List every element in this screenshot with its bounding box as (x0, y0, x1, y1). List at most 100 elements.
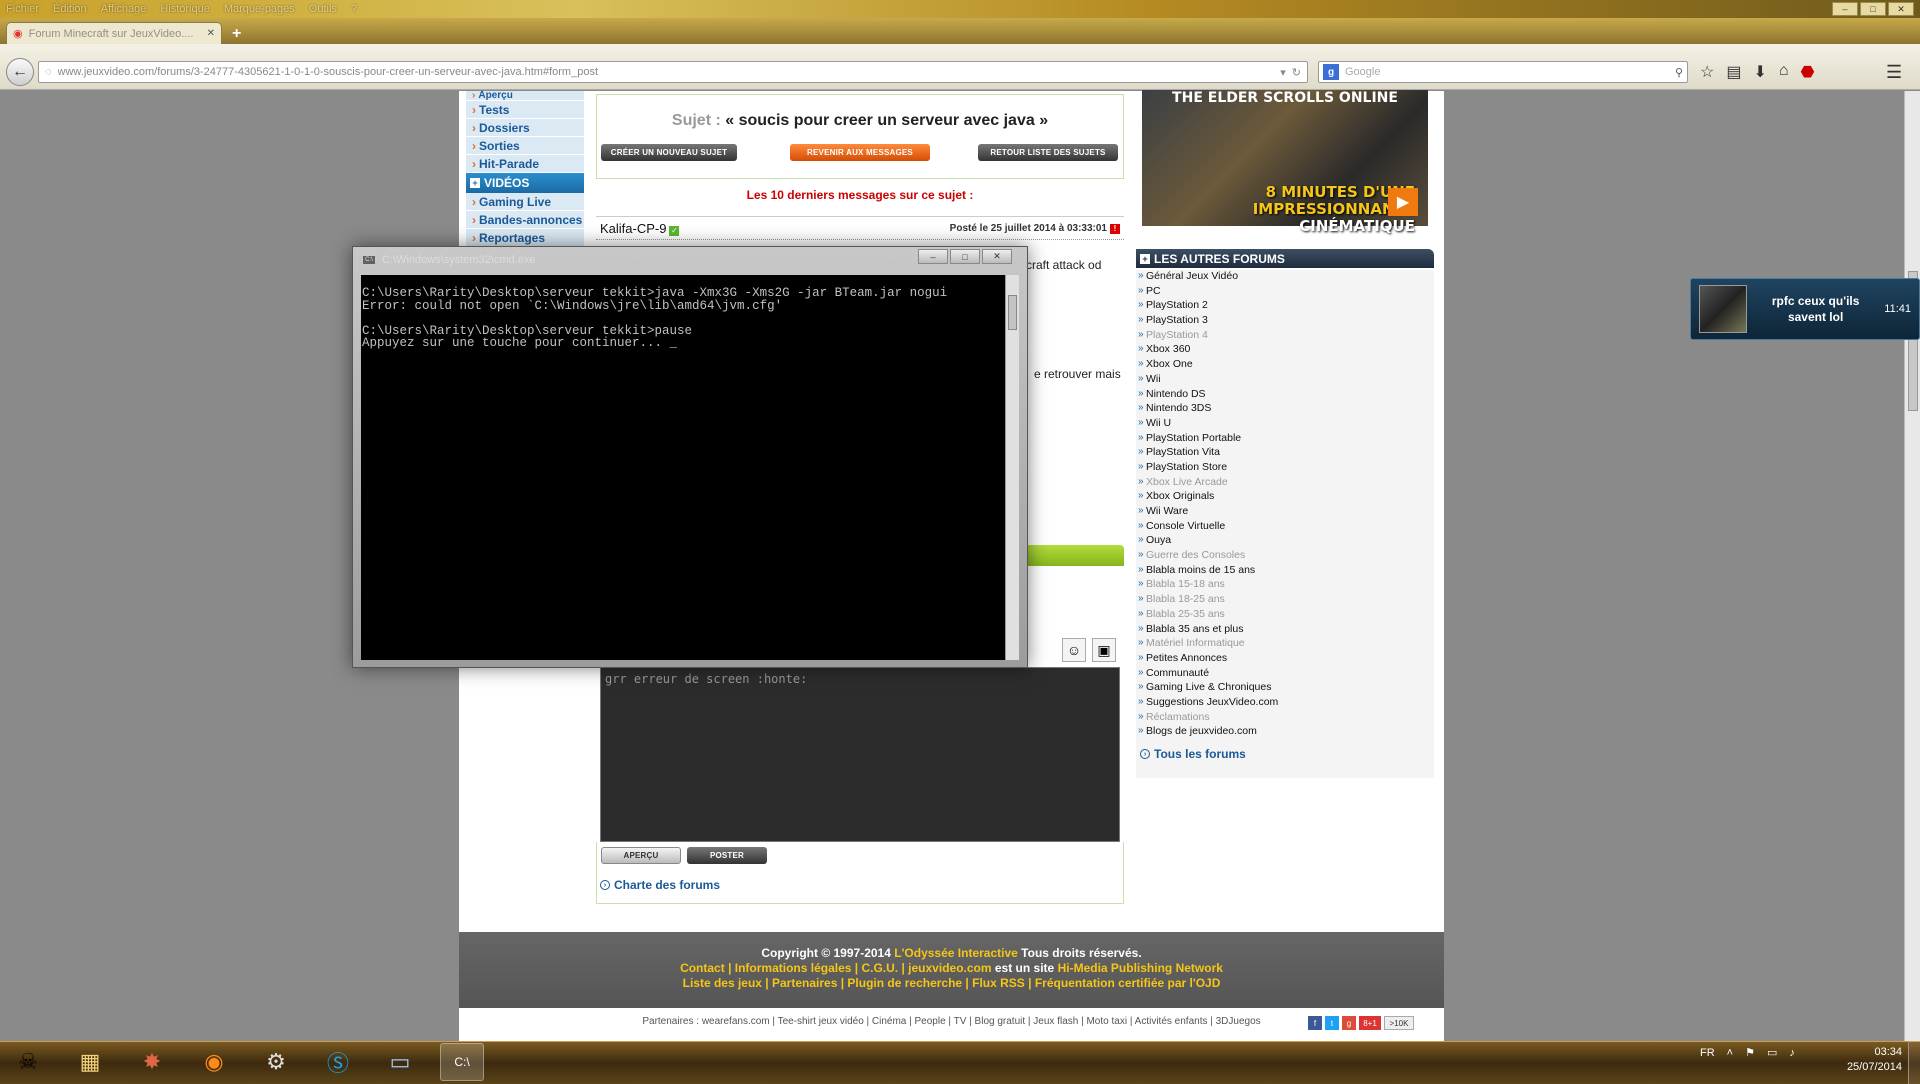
reload-icon[interactable]: ↻ (1292, 66, 1301, 79)
cmd-close-button[interactable]: ✕ (982, 249, 1012, 264)
close-button[interactable]: ✕ (1888, 2, 1914, 16)
browser-tab[interactable]: ◉ Forum Minecraft sur JeuxVideo.... ✕ (6, 22, 222, 44)
new-tab-button[interactable]: + (232, 25, 241, 43)
forum-link[interactable]: Blabla 15-18 ans (1136, 578, 1434, 593)
forum-link[interactable]: Wii U (1136, 417, 1434, 432)
network-link[interactable]: Hi-Media Publishing Network (1058, 961, 1223, 975)
company-link[interactable]: L'Odyssée Interactive (894, 946, 1018, 960)
new-topic-button[interactable]: Créer un nouveau sujet (601, 144, 737, 161)
all-forums-label[interactable]: Tous les forums (1154, 747, 1246, 761)
search-bar[interactable]: g Google ⚲ (1318, 61, 1688, 83)
menu-item[interactable]: Historique (160, 3, 210, 15)
forum-link[interactable]: Nintendo 3DS (1136, 402, 1434, 417)
all-forums-link[interactable]: › Tous les forums (1140, 747, 1246, 761)
explorer-icon[interactable]: ▦ (68, 1043, 112, 1081)
language-indicator[interactable]: FR (1700, 1047, 1715, 1059)
forum-link[interactable]: Blabla 25-35 ans (1136, 608, 1434, 623)
preview-button[interactable]: Aperçu (601, 847, 681, 864)
google-icon[interactable]: g (1323, 64, 1339, 80)
search-icon[interactable]: ⚲ (1675, 66, 1683, 79)
game-app-icon[interactable]: ✸ (130, 1043, 174, 1081)
forum-link[interactable]: Blabla 35 ans et plus (1136, 623, 1434, 638)
alert-icon[interactable]: ! (1110, 223, 1120, 234)
author-name[interactable]: Kalifa-CP-9 (600, 221, 666, 236)
bookmarks-list-icon[interactable]: ▤ (1726, 62, 1741, 82)
menu-icon[interactable]: ☰ (1886, 62, 1902, 83)
gplus-one-button[interactable]: 8+1 (1359, 1016, 1381, 1030)
download-icon[interactable]: ⬇ (1753, 62, 1766, 82)
forum-link[interactable]: Blabla 18-25 ans (1136, 593, 1434, 608)
facebook-icon[interactable]: f (1308, 1016, 1322, 1030)
network-icon[interactable]: ▭ (1767, 1046, 1777, 1059)
adblock-icon[interactable]: ⬣ (1801, 62, 1815, 82)
profile-icon[interactable]: ✓ (669, 225, 680, 236)
tray-arrow-icon[interactable]: ˄ (1727, 1047, 1733, 1059)
show-desktop-button[interactable] (1908, 1041, 1920, 1084)
post-button[interactable]: Poster (687, 847, 767, 864)
image-viewer-icon[interactable]: ▭ (378, 1043, 422, 1081)
forum-link[interactable]: Suggestions JeuxVideo.com (1136, 696, 1434, 711)
forum-link[interactable]: PlayStation 3 (1136, 314, 1434, 329)
image-icon[interactable]: ▣ (1092, 638, 1116, 662)
cmd-output[interactable]: C:\Users\Rarity\Desktop\serveur tekkit>j… (361, 275, 1005, 660)
volume-icon[interactable]: ♪ (1789, 1047, 1795, 1059)
menu-item[interactable]: Édition (53, 3, 87, 15)
message-author[interactable]: Kalifa-CP-9 ✓ (600, 221, 680, 236)
flag-icon[interactable]: ⚑ (1745, 1046, 1755, 1059)
skype-icon[interactable]: Ⓢ (316, 1043, 360, 1081)
menu-item[interactable]: Marque-pages (224, 3, 295, 15)
cmd-minimize-button[interactable]: – (918, 249, 948, 264)
forum-link[interactable]: Xbox Live Arcade (1136, 476, 1434, 491)
steam-icon[interactable]: ⚙ (254, 1043, 298, 1081)
search-input[interactable]: Google (1345, 66, 1669, 78)
nav-item-gaming-live[interactable]: Gaming Live (466, 193, 584, 211)
nav-item-hit-parade[interactable]: Hit-Parade (466, 155, 584, 173)
menu-item[interactable]: ? (351, 3, 357, 15)
partners-line[interactable]: Partenaires : wearefans.com | Tee-shirt … (459, 1016, 1444, 1027)
back-button[interactable]: ← (6, 58, 34, 86)
dropdown-icon[interactable]: ▾ (1280, 66, 1286, 79)
forum-link[interactable]: PlayStation Store (1136, 461, 1434, 476)
scrollbar-thumb[interactable] (1008, 295, 1017, 330)
nav-item[interactable]: Aperçu (466, 91, 584, 101)
nav-item-sorties[interactable]: Sorties (466, 137, 584, 155)
nav-item-dossiers[interactable]: Dossiers (466, 119, 584, 137)
home-icon[interactable]: ⌂ (1779, 62, 1789, 82)
forum-charter-link[interactable]: › Charte des forums (600, 878, 720, 892)
smiley-icon[interactable]: ☺ (1062, 638, 1086, 662)
forum-link[interactable]: Communauté (1136, 667, 1434, 682)
start-button[interactable]: ☠ (6, 1043, 50, 1081)
forum-link[interactable]: PlayStation Vita (1136, 446, 1434, 461)
forum-link[interactable]: Nintendo DS (1136, 388, 1434, 403)
url-bar[interactable]: ◌ www.jeuxvideo.com/forums/3-24777-43056… (38, 61, 1308, 83)
bookmark-star-icon[interactable]: ☆ (1700, 62, 1714, 82)
forum-link[interactable]: Xbox 360 (1136, 343, 1434, 358)
footer-links[interactable]: Contact | Informations légales | C.G.U. … (680, 961, 991, 975)
forum-link[interactable]: Blogs de jeuxvideo.com (1136, 725, 1434, 740)
cmd-maximize-button[interactable]: □ (950, 249, 980, 264)
forum-link[interactable]: Ouya (1136, 534, 1434, 549)
footer-links-row[interactable]: Liste des jeux | Partenaires | Plugin de… (459, 976, 1444, 991)
forum-link[interactable]: Wii (1136, 373, 1434, 388)
menu-item[interactable]: Outils (309, 3, 337, 15)
nav-item-tests[interactable]: Tests (466, 101, 584, 119)
play-icon[interactable]: ▶ (1388, 188, 1418, 216)
nav-section-videos[interactable]: + VIDÉOS (466, 173, 584, 193)
cmd-scrollbar[interactable] (1005, 275, 1019, 660)
forum-link[interactable]: Xbox Originals (1136, 490, 1434, 505)
maximize-button[interactable]: □ (1860, 2, 1886, 16)
forum-link[interactable]: PlayStation 2 (1136, 299, 1434, 314)
firefox-icon[interactable]: ◉ (192, 1043, 236, 1081)
twitter-icon[interactable]: t (1325, 1016, 1339, 1030)
forum-link[interactable]: PC (1136, 285, 1434, 300)
nav-item-reportages[interactable]: Reportages (466, 229, 584, 247)
forum-link[interactable]: Console Virtuelle (1136, 520, 1434, 535)
forum-link[interactable]: Xbox One (1136, 358, 1434, 373)
forum-link[interactable]: Réclamations (1136, 711, 1434, 726)
minimize-button[interactable]: – (1832, 2, 1858, 16)
cmd-taskbar-icon[interactable]: C:\ (440, 1043, 484, 1081)
charter-label[interactable]: Charte des forums (614, 878, 720, 892)
nav-item-bandes-annonces[interactable]: Bandes-annonces (466, 211, 584, 229)
forum-link[interactable]: Petites Annonces (1136, 652, 1434, 667)
forum-link[interactable]: Guerre des Consoles (1136, 549, 1434, 564)
